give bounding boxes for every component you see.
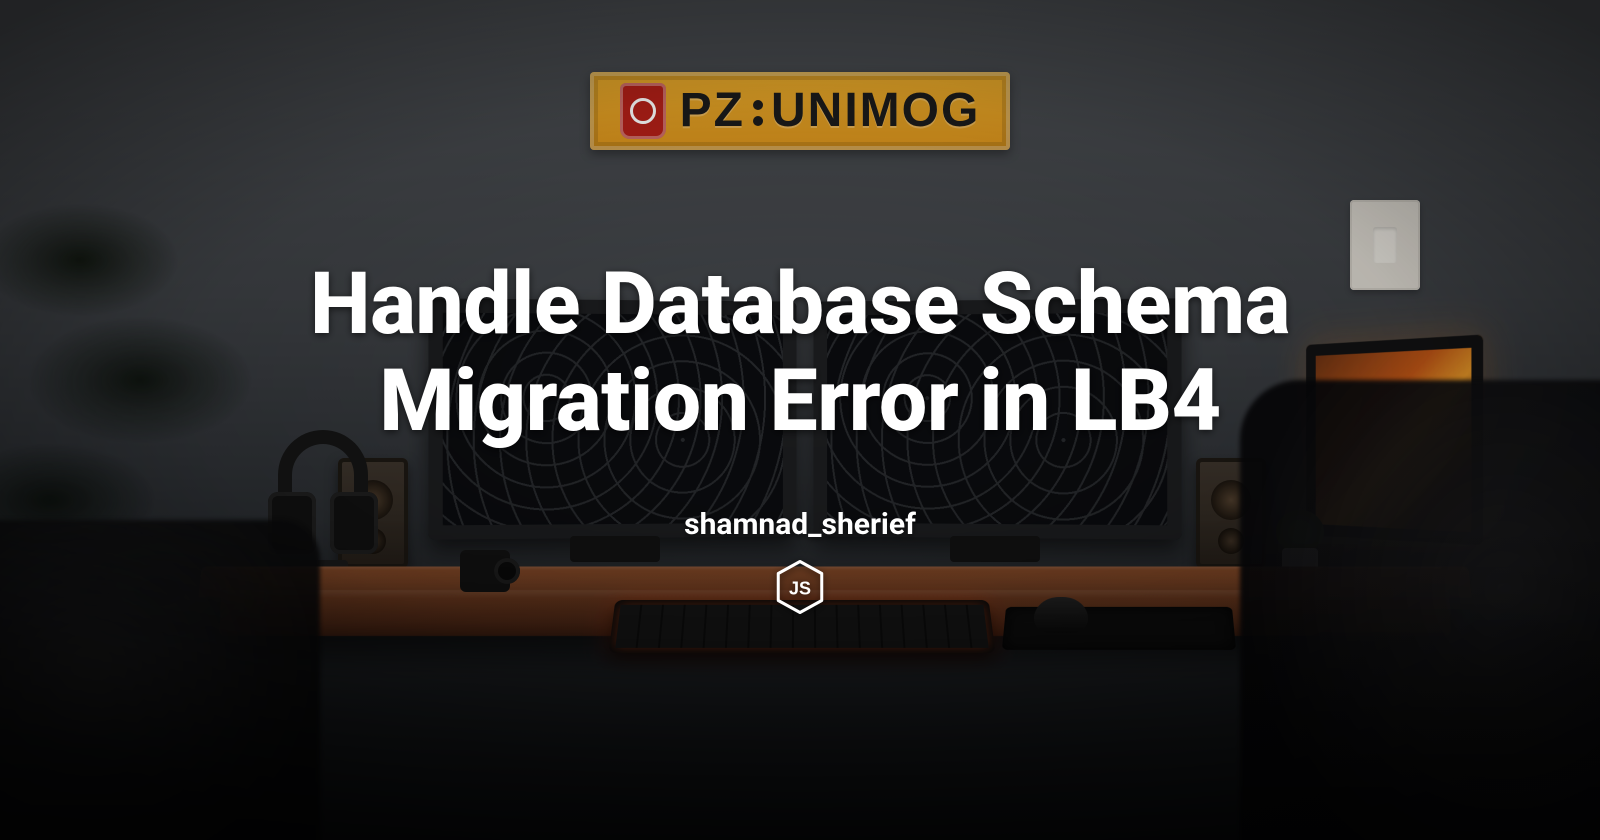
article-title: Handle Database Schema Migration Error i…	[160, 256, 1440, 449]
text-overlay: Handle Database Schema Migration Error i…	[0, 0, 1600, 840]
nodejs-icon: JS	[776, 560, 824, 614]
author-handle: shamnad_sherief	[684, 507, 916, 542]
badge-letters: JS	[789, 578, 811, 598]
hero-cover: PZUNIMOG Handle Database Schema Migratio…	[0, 0, 1600, 840]
